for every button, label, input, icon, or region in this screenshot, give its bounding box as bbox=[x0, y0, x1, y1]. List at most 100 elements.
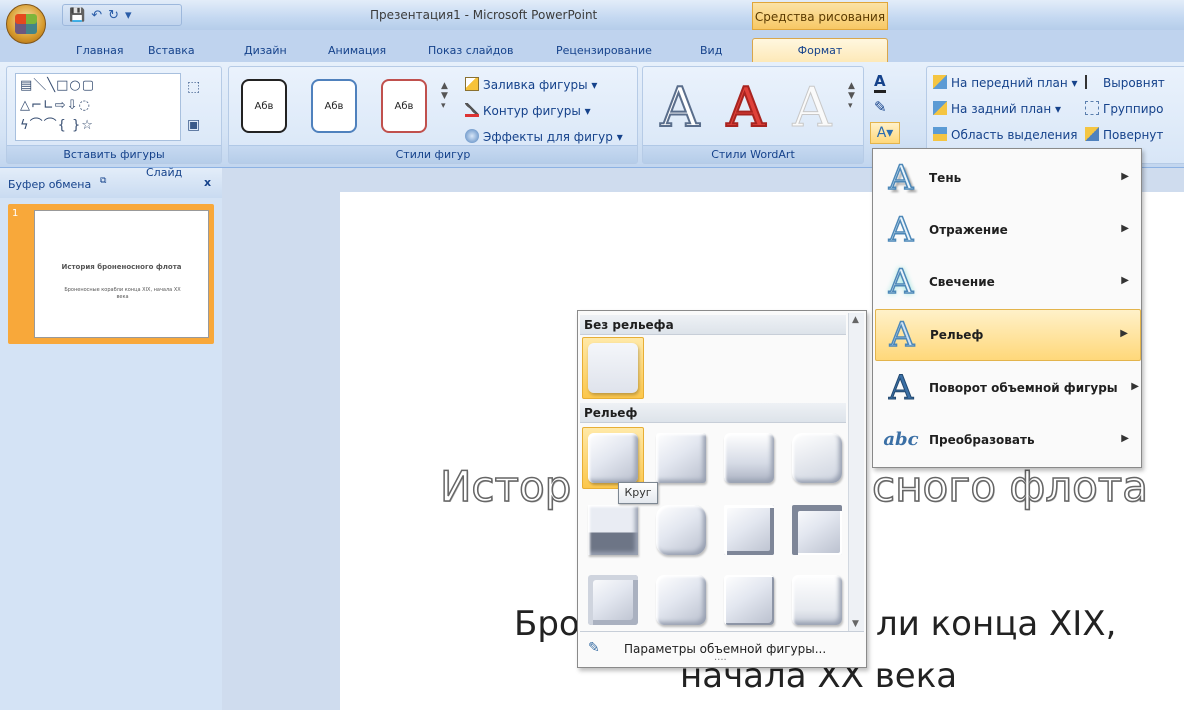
wordart-style-light[interactable]: A bbox=[781, 78, 843, 137]
selection-pane-button[interactable]: Область выделения bbox=[933, 127, 1078, 142]
bevel-header: Рельеф bbox=[580, 403, 846, 423]
bevel-riblet[interactable] bbox=[650, 569, 712, 631]
shape-style-black[interactable]: Абв bbox=[241, 79, 287, 133]
group-label: Группиро bbox=[1103, 102, 1164, 116]
no-bevel-header: Без рельефа bbox=[580, 315, 846, 335]
bevel-circle[interactable] bbox=[582, 427, 644, 489]
slide-thumbnail[interactable]: 1 История броненосного флота Броненосные… bbox=[8, 204, 214, 344]
text-effects-menu: A Тень ▶ A Отражение ▶ A Свечение ▶ A Ре… bbox=[872, 148, 1142, 468]
tab-format[interactable]: Формат bbox=[752, 38, 888, 62]
shape-effects-icon bbox=[465, 129, 479, 143]
shapes-gallery[interactable]: ▤＼╲□○▢ △⌐∟⇨⇩◌ ϟ⌒⌒{ }☆ bbox=[15, 73, 181, 141]
slides-tab[interactable]: Слайд bbox=[146, 166, 182, 179]
tab-animation[interactable]: Анимация bbox=[328, 44, 386, 57]
menu-item-bevel[interactable]: A Рельеф ▶ bbox=[875, 309, 1141, 361]
office-button[interactable] bbox=[6, 4, 46, 44]
title-bar: 💾 ↶ ↻ ▾ Презентация1 - Microsoft PowerPo… bbox=[0, 0, 1184, 44]
align-label: Выровнят bbox=[1103, 76, 1165, 90]
3d-options-row[interactable]: ✎ Параметры объемной фигуры... .... bbox=[580, 631, 864, 665]
slide-thumbnail-preview: История броненосного флота Броненосные к… bbox=[34, 210, 209, 338]
menu-item-transform[interactable]: abc Преобразовать ▶ bbox=[875, 415, 1141, 467]
shapes-row-3: ϟ⌒⌒{ }☆ bbox=[20, 118, 94, 133]
tab-home[interactable]: Главная bbox=[76, 44, 124, 57]
thumbnail-title: История броненосного флота bbox=[61, 263, 182, 271]
bring-front-label: На передний план bbox=[951, 76, 1068, 90]
undo-icon[interactable]: ↶ bbox=[91, 8, 102, 23]
menu-item-shadow[interactable]: A Тень ▶ bbox=[875, 153, 1141, 205]
close-pane-icon[interactable]: x bbox=[204, 176, 211, 189]
submenu-arrow-icon: ▶ bbox=[1121, 433, 1129, 444]
redo-icon[interactable]: ↻ bbox=[108, 8, 119, 23]
text-reflection-icon: A bbox=[888, 210, 914, 250]
thumbnail-subtitle: Броненосные корабли конца XIX, начала XX… bbox=[64, 287, 181, 300]
bevel-none[interactable] bbox=[582, 337, 644, 399]
scroll-down-icon[interactable]: ▼ bbox=[852, 619, 859, 629]
wordart-style-red[interactable]: A bbox=[715, 78, 777, 138]
bring-to-front-button[interactable]: На передний план ▾ bbox=[933, 75, 1078, 90]
scroll-up-icon[interactable]: ▲ bbox=[852, 315, 859, 325]
shape-outline-label: Контур фигуры bbox=[483, 104, 581, 118]
pen-outline-icon bbox=[465, 103, 479, 117]
shape-outline-button[interactable]: Контур фигуры ▾ bbox=[465, 103, 591, 118]
slide-title-right[interactable]: сного флота bbox=[871, 461, 1149, 512]
bevel-convex[interactable] bbox=[718, 499, 780, 561]
edit-shape-icon[interactable]: ⬚ bbox=[187, 79, 200, 95]
menu-item-reflection[interactable]: A Отражение ▶ bbox=[875, 205, 1141, 257]
tab-insert[interactable]: Вставка bbox=[148, 44, 195, 57]
wordart-style-outline[interactable]: A bbox=[649, 78, 711, 138]
text-effects-icon[interactable]: A▾ bbox=[870, 122, 900, 144]
gallery-scrollbar[interactable]: ▲ ▼ bbox=[848, 313, 864, 631]
tab-slideshow[interactable]: Показ слайдов bbox=[428, 44, 514, 57]
wordart-scroll-icon[interactable]: ▲ ▼ ▾ bbox=[848, 81, 855, 111]
slide-number: 1 bbox=[12, 208, 19, 219]
tab-review[interactable]: Рецензирование bbox=[556, 44, 652, 57]
customize-toolbar-icon[interactable]: ▾ bbox=[125, 8, 132, 23]
menu-item-3d-rotation[interactable]: A Поворот объемной фигуры ▶ bbox=[875, 363, 1141, 415]
shape-fill-button[interactable]: Заливка фигуры ▾ bbox=[465, 77, 597, 92]
pane-header: Буфер обмена ⧉ Слайд x bbox=[0, 166, 222, 198]
shape-style-blue[interactable]: Абв bbox=[311, 79, 357, 133]
menu-item-bevel-label: Рельеф bbox=[930, 328, 984, 342]
slide-title-left[interactable]: Истор bbox=[439, 461, 572, 512]
slide-subtitle-right[interactable]: ли конца XIX, bbox=[876, 604, 1116, 644]
bevel-divot[interactable] bbox=[582, 569, 644, 631]
send-back-icon bbox=[933, 101, 947, 115]
shape-fill-label: Заливка фигуры bbox=[483, 78, 588, 92]
office-logo-icon bbox=[15, 14, 37, 34]
text-outline-icon[interactable]: ✎ bbox=[874, 98, 887, 116]
save-icon[interactable]: 💾 bbox=[69, 8, 85, 23]
resize-grip-icon[interactable]: .... bbox=[714, 652, 727, 663]
send-to-back-button[interactable]: На задний план ▾ bbox=[933, 101, 1061, 116]
clipboard-label[interactable]: Буфер обмена bbox=[8, 178, 91, 191]
styles-scroll-icon[interactable]: ▲ ▼ ▾ bbox=[441, 81, 448, 111]
dialog-launcher-icon[interactable]: ⧉ bbox=[100, 176, 106, 186]
3d-options-icon: ✎ bbox=[588, 640, 600, 656]
text-fill-icon[interactable]: A bbox=[874, 72, 886, 93]
bevel-cool-slant[interactable] bbox=[786, 427, 848, 489]
bevel-soft-round[interactable] bbox=[650, 499, 712, 561]
selection-pane-icon bbox=[933, 127, 947, 141]
group-icon bbox=[1085, 101, 1099, 115]
align-button[interactable]: Выровнят bbox=[1085, 75, 1165, 90]
menu-item-glow[interactable]: A Свечение ▶ bbox=[875, 257, 1141, 309]
submenu-arrow-icon: ▶ bbox=[1121, 223, 1129, 234]
insert-shapes-group: ▤＼╲□○▢ △⌐∟⇨⇩◌ ϟ⌒⌒{ }☆ ⬚ ▣ Вставить фигур… bbox=[6, 66, 222, 164]
insert-shapes-label: Вставить фигуры bbox=[7, 145, 221, 163]
group-button[interactable]: Группиро bbox=[1085, 101, 1164, 116]
tab-view[interactable]: Вид bbox=[700, 44, 722, 57]
shape-style-red[interactable]: Абв bbox=[381, 79, 427, 133]
bevel-hard-edge[interactable] bbox=[718, 569, 780, 631]
tab-design[interactable]: Дизайн bbox=[244, 44, 287, 57]
wordart-styles-label: Стили WordArt bbox=[643, 145, 863, 163]
rotate-button[interactable]: Повернут bbox=[1085, 127, 1163, 142]
text-box-icon[interactable]: ▣ bbox=[187, 117, 200, 133]
submenu-arrow-icon: ▶ bbox=[1121, 275, 1129, 286]
bevel-cross[interactable] bbox=[718, 427, 780, 489]
bevel-art-deco[interactable] bbox=[786, 569, 848, 631]
bevel-relaxed-inset[interactable] bbox=[650, 427, 712, 489]
bevel-angle[interactable] bbox=[582, 499, 644, 561]
bevel-slope[interactable] bbox=[786, 499, 848, 561]
slide-subtitle-left[interactable]: Бро bbox=[514, 604, 580, 644]
shape-effects-button[interactable]: Эффекты для фигур ▾ bbox=[465, 129, 623, 144]
quick-access-toolbar: 💾 ↶ ↻ ▾ bbox=[62, 4, 182, 26]
